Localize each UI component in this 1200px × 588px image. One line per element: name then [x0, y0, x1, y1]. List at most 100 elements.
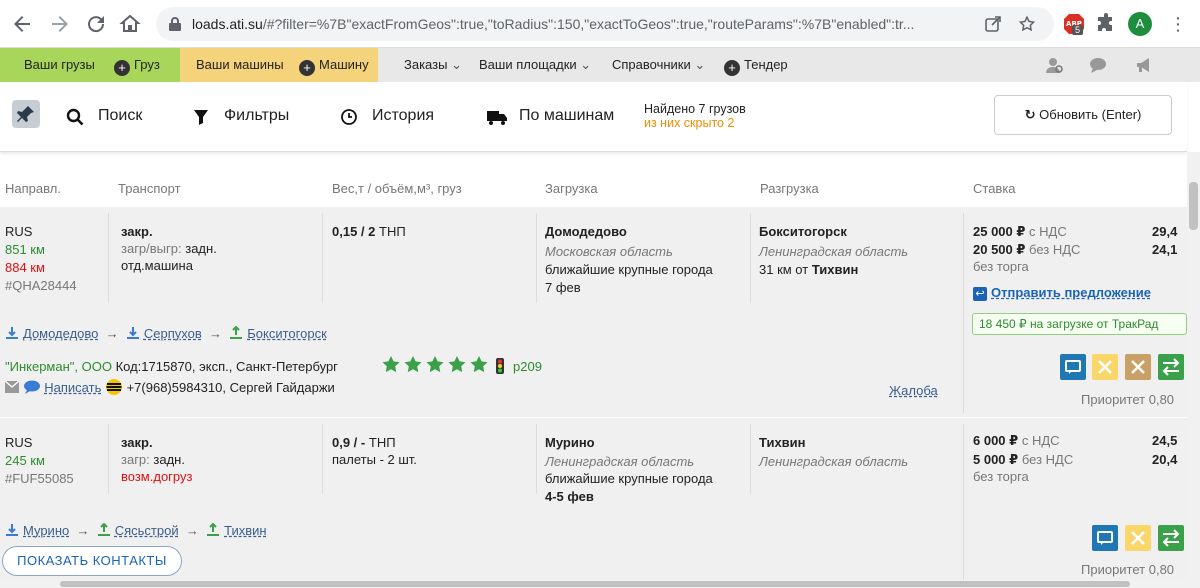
route: Домодедово → Серпухов → Бокситогорск — [5, 325, 327, 343]
unloading-arrow-icon — [97, 523, 110, 536]
megaphone-icon[interactable] — [1134, 56, 1154, 74]
unloading-city[interactable]: Тихвин — [759, 434, 806, 452]
search-toolbar: Поиск Фильтры История По машинам Найдено… — [0, 82, 1187, 152]
table-row[interactable]: RUS 245 км #FUF55085 закр. загр: задн. в… — [0, 418, 1187, 588]
no-bargain: без торга — [973, 259, 1029, 274]
adblock-extension-icon[interactable]: ABP 5 — [1062, 12, 1086, 36]
loading-type: загр/выгр: задн. — [121, 241, 217, 256]
loading-city[interactable]: Домодедово — [545, 223, 627, 241]
pin-button[interactable] — [12, 100, 40, 128]
close-icon — [1131, 531, 1145, 545]
loading-nearby[interactable]: ближайшие крупные города — [545, 261, 713, 279]
rate-per-km-vat: 24,5 — [1152, 433, 1178, 448]
show-contacts-button[interactable]: ПОКАЗАТЬ КОНТАКТЫ — [2, 546, 182, 576]
company-score[interactable]: р209 — [513, 358, 542, 376]
message-button[interactable] — [1060, 354, 1086, 380]
horizontal-scroll-thumb[interactable] — [60, 581, 1130, 587]
priority: Приоритет 0,80 — [1081, 562, 1175, 577]
rate-without-vat: 20 500 ₽ без НДС — [973, 242, 1081, 257]
send-offer-link[interactable]: ↩ Отправить предложение — [973, 284, 1151, 302]
rate-without-vat: 5 000 ₽ без НДС — [973, 452, 1074, 467]
vertical-scroll-thumb[interactable] — [1189, 182, 1198, 230]
menu-my-trucks[interactable]: Ваши машины — [196, 57, 284, 72]
unloading-arrow-icon — [230, 326, 243, 339]
profile-avatar[interactable]: A — [1128, 12, 1152, 36]
company-line: "Инкерман", ООО Код:1715870, эксп., Санк… — [5, 358, 338, 376]
loading-nearby[interactable]: ближайшие крупные города — [545, 470, 713, 488]
chat-bubble-icon — [23, 380, 40, 394]
swap-button[interactable] — [1158, 354, 1184, 380]
write-message-link[interactable]: Написать — [44, 380, 101, 395]
search-tab[interactable]: Поиск — [98, 107, 142, 125]
extension-badge: 5 — [1072, 25, 1084, 35]
address-bar[interactable]: loads.ati.su/#?filter=%7B"exactFromGeos"… — [156, 7, 1054, 41]
refresh-button[interactable]: ↻ Обновить (Enter) — [994, 95, 1172, 135]
extensions-puzzle-icon[interactable] — [1094, 12, 1118, 36]
hidden-counter[interactable]: из них скрыто 2 — [644, 116, 746, 130]
col-loading[interactable]: Загрузка — [545, 181, 598, 196]
menu-add-truck[interactable]: + Машину — [299, 57, 369, 76]
forward-icon[interactable] — [48, 12, 72, 36]
unloading-region: Ленинградская область — [759, 454, 909, 469]
rating-stars — [381, 355, 491, 380]
col-direction[interactable]: Направл. — [5, 181, 61, 196]
column-divider — [322, 424, 323, 494]
share-icon[interactable] — [984, 15, 1002, 33]
column-divider — [536, 213, 537, 303]
menu-tender[interactable]: + Тендер — [724, 57, 788, 76]
menu-orders[interactable]: Заказы ⌄ — [404, 57, 462, 73]
unloading-city[interactable]: Бокситогорск — [759, 223, 847, 241]
body-type: закр. — [121, 224, 153, 239]
hide-button[interactable] — [1125, 525, 1151, 551]
rate-per-km-vat: 29,4 — [1152, 224, 1178, 239]
browser-menu-icon[interactable]: ⋮ — [1168, 12, 1188, 36]
menu-add-cargo[interactable]: + Груз — [114, 57, 160, 76]
blacklist-button[interactable] — [1125, 354, 1151, 380]
bookmark-star-icon[interactable] — [1018, 15, 1036, 33]
complaint-link[interactable]: Жалоба — [889, 382, 938, 400]
loading-arrow-icon — [6, 327, 18, 339]
col-transport[interactable]: Транспорт — [118, 181, 181, 196]
column-divider — [750, 424, 751, 494]
loading-type: загр: задн. — [121, 452, 185, 467]
transport-extra: отд.машина — [121, 258, 193, 273]
results-table-header: Направл. Транспорт Вес,т / объём,м³, гру… — [0, 170, 1187, 206]
contact-phone[interactable]: +7(968)5984310, Сергей Гайдаржи — [127, 380, 335, 395]
vertical-scrollbar[interactable] — [1187, 152, 1200, 588]
browser-toolbar: loads.ati.su/#?filter=%7B"exactFromGeos"… — [0, 0, 1200, 48]
message-button[interactable] — [1092, 525, 1118, 551]
column-divider — [322, 213, 323, 303]
trakrad-offer[interactable]: 18 450 ₽ на загрузке от ТракРад — [972, 313, 1187, 335]
back-icon[interactable] — [10, 12, 34, 36]
plus-icon: + — [114, 60, 130, 76]
loading-city[interactable]: Мурино — [545, 434, 595, 452]
home-icon[interactable] — [118, 12, 142, 36]
col-unloading[interactable]: Разгрузка — [760, 181, 819, 196]
menu-platforms[interactable]: Ваши площадки ⌄ — [479, 57, 591, 73]
cargo-id: #FUF55085 — [5, 471, 74, 486]
loading-region: Ленинградская область — [545, 454, 695, 469]
horizontal-scrollbar[interactable] — [0, 580, 1187, 588]
user-search-icon[interactable] — [1044, 56, 1064, 74]
distance-route: 245 км — [5, 453, 45, 468]
history-tab[interactable]: История — [372, 107, 434, 125]
clock-icon — [341, 109, 357, 125]
menu-directories[interactable]: Справочники ⌄ — [612, 57, 705, 73]
priority: Приоритет 0,80 — [1081, 392, 1175, 407]
transport-extra: возм.догруз — [121, 469, 193, 484]
url-text: loads.ati.su/#?filter=%7B"exactFromGeos"… — [192, 16, 915, 32]
hide-button[interactable] — [1092, 354, 1118, 380]
by-trucks-tab[interactable]: По машинам — [519, 107, 614, 125]
swap-button[interactable] — [1158, 525, 1184, 551]
message-icon — [1097, 531, 1113, 545]
menu-my-cargo[interactable]: Ваши грузы — [24, 57, 95, 72]
chat-icon[interactable] — [1088, 56, 1108, 74]
table-row[interactable]: RUS 851 км 884 км #QHA28444 закр. загр/в… — [0, 207, 1187, 417]
reload-icon[interactable] — [84, 12, 108, 36]
distance-total: 884 км — [5, 260, 45, 275]
col-weight[interactable]: Вес,т / объём,м³, груз — [332, 181, 462, 196]
company-name[interactable]: "Инкерман", ООО — [5, 359, 112, 374]
loading-date: 4-5 фев — [545, 489, 594, 504]
col-rate[interactable]: Ставка — [973, 181, 1016, 196]
filters-tab[interactable]: Фильтры — [224, 107, 289, 125]
